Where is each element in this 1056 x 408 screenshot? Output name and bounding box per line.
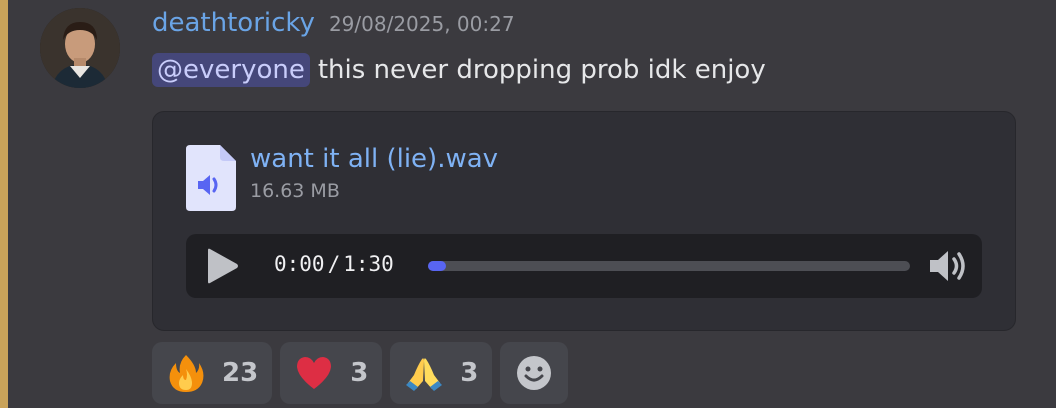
current-time: 0:00: [274, 252, 325, 276]
reaction-heart[interactable]: 3: [280, 342, 383, 404]
fire-emoji-icon: [169, 355, 204, 392]
username[interactable]: deathtoricky: [152, 8, 315, 38]
timestamp[interactable]: 29/08/2025, 00:27: [329, 12, 515, 36]
seek-progress: [428, 261, 446, 271]
reaction-count: 3: [350, 358, 369, 388]
avatar-photo-icon: [40, 8, 120, 88]
duration: 1:30: [343, 252, 394, 276]
folded-hands-emoji-icon: [406, 358, 443, 391]
message-header: deathtoricky 29/08/2025, 00:27: [152, 8, 515, 44]
reaction-folded-hands[interactable]: 3: [390, 342, 493, 404]
file-name-link[interactable]: want it all (lie).wav: [250, 144, 498, 174]
play-icon[interactable]: [204, 248, 240, 284]
reaction-count: 23: [222, 358, 259, 388]
file-size: 16.63 MB: [250, 180, 340, 202]
add-reaction-button[interactable]: [500, 342, 569, 404]
add-reaction-icon: [517, 356, 552, 390]
time-separator: /: [327, 252, 341, 276]
reaction-count: 3: [460, 358, 479, 388]
playback-time: 0:00/1:30: [274, 252, 394, 276]
audio-attachment: want it all (lie).wav 16.63 MB 0:00/1:30: [152, 111, 1016, 331]
heart-emoji-icon: [297, 357, 332, 389]
everyone-mention[interactable]: @everyone: [152, 53, 310, 87]
seek-bar[interactable]: [428, 261, 910, 271]
volume-icon[interactable]: [928, 248, 970, 284]
audio-file-icon: [186, 145, 236, 211]
message-text: this never dropping prob idk enjoy: [317, 55, 766, 85]
audio-player: 0:00/1:30: [186, 234, 982, 298]
message-content: @everyone this never dropping prob idk e…: [152, 50, 766, 90]
reactions-bar: 23 3 3: [152, 342, 569, 404]
avatar[interactable]: [40, 8, 120, 88]
reaction-fire[interactable]: 23: [152, 342, 273, 404]
mention-highlight-bar: [0, 0, 8, 408]
